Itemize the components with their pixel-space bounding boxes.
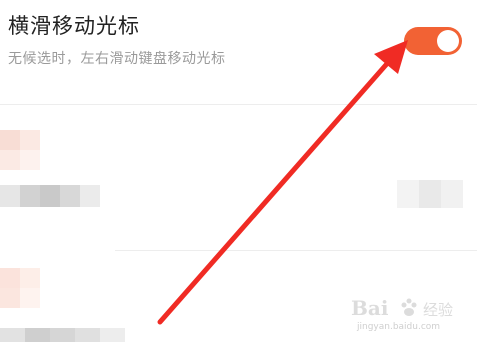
annotation-arrow — [157, 40, 408, 325]
baidu-watermark: Bai 经验 jingyan.baidu.com — [351, 296, 471, 336]
watermark-brand: Bai — [351, 296, 389, 320]
watermark-brand-cn: 经验 — [423, 301, 454, 319]
paw-icon — [401, 298, 417, 316]
watermark-url: jingyan.baidu.com — [357, 322, 441, 332]
